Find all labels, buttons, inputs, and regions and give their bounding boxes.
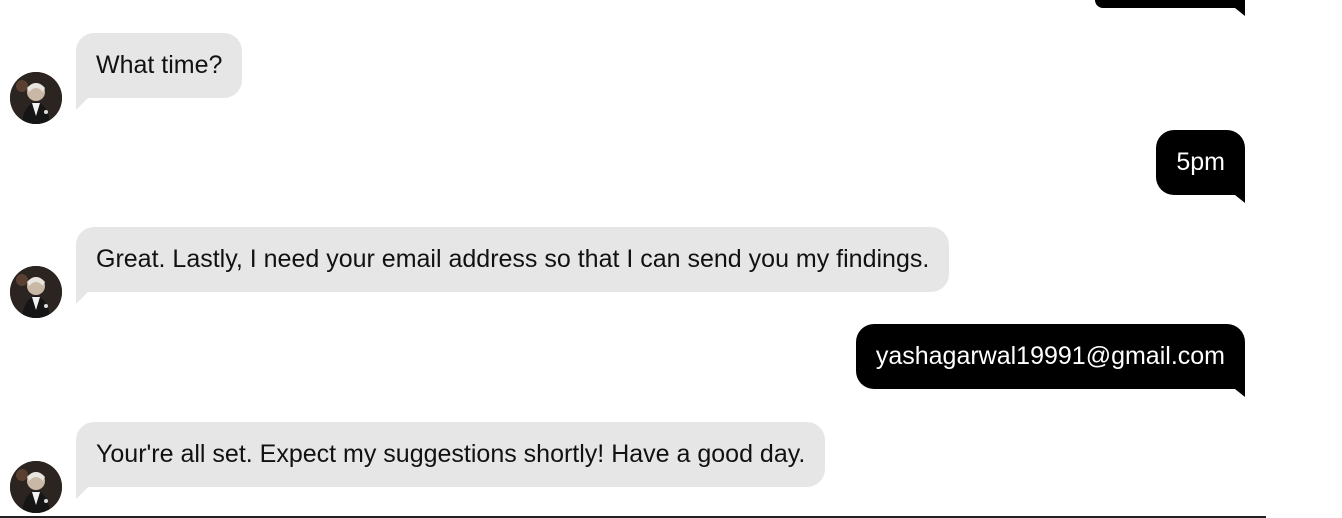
bot-message-bubble: Your're all set. Expect my suggestions s… — [76, 422, 826, 499]
bot-avatar-icon — [10, 461, 62, 513]
bot-avatar-icon — [10, 72, 62, 124]
previous-user-message-bubble — [1095, 0, 1245, 16]
bot-message-bubble: What time? — [76, 33, 243, 110]
chat-transcript: What time? 5pm Great. Lastly, I need you… — [0, 0, 1266, 518]
bot-avatar-icon — [10, 266, 62, 318]
user-message-bubble: 5pm — [1156, 130, 1245, 203]
user-message-bubble: yashagarwal19991@gmail.com — [855, 324, 1246, 397]
message-text: yashagarwal19991@gmail.com — [875, 342, 1225, 370]
message-text: Great. Lastly, I need your email address… — [96, 245, 930, 273]
bot-message-bubble: Great. Lastly, I need your email address… — [76, 227, 950, 304]
message-text: Your're all set. Expect my suggestions s… — [96, 440, 806, 468]
message-text: 5pm — [1176, 148, 1225, 176]
message-text: What time? — [96, 51, 223, 79]
